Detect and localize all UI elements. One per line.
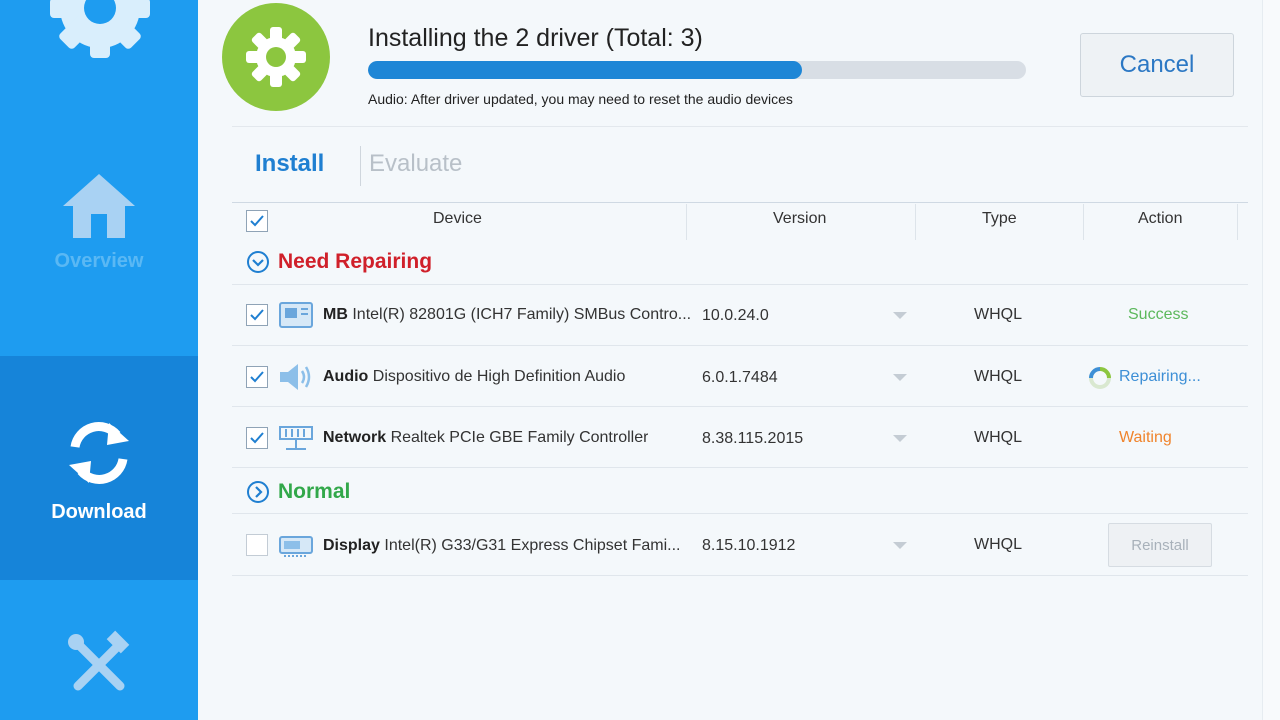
tab-evaluate[interactable]: Evaluate	[369, 150, 462, 178]
driver-version: 6.0.1.7484	[702, 369, 778, 386]
row-checkbox[interactable]	[246, 427, 268, 449]
driver-type: WHQL	[974, 429, 1022, 446]
chevron-down-icon[interactable]	[892, 310, 908, 320]
app-logo	[222, 3, 330, 111]
chevron-down-icon[interactable]	[892, 372, 908, 382]
device-model: Dispositivo de High Definition Audio	[372, 368, 626, 385]
sidebar-item-label: Download	[51, 500, 147, 523]
action-status-success: Success	[1128, 306, 1189, 323]
device-category: MB	[323, 306, 348, 323]
speaker-icon	[280, 364, 311, 390]
checkmark-icon	[250, 309, 264, 321]
device-name: Network Realtek PCIe GBE Family Controll…	[323, 429, 648, 447]
divider	[232, 513, 1248, 514]
sidebar-item-label: Overview	[54, 250, 144, 272]
divider	[360, 146, 361, 186]
sidebar: Overview Download	[0, 0, 198, 720]
divider	[232, 467, 1248, 468]
tools-icon	[68, 630, 130, 691]
column-separator	[1083, 204, 1084, 240]
chevron-down-icon[interactable]	[892, 433, 908, 443]
checkmark-icon	[250, 432, 264, 444]
driver-version: 10.0.24.0	[702, 307, 769, 324]
tab-install[interactable]: Install	[255, 150, 324, 178]
install-progress-bar	[368, 61, 1026, 79]
action-status-waiting: Waiting	[1119, 429, 1172, 446]
column-header-type[interactable]: Type	[982, 210, 1017, 228]
device-model: Intel(R) 82801G (ICH7 Family) SMBus Cont…	[352, 306, 692, 323]
gear-icon	[50, 0, 150, 58]
install-note: Audio: After driver updated, you may nee…	[368, 91, 793, 107]
group-header-need-repairing[interactable]: Need Repairing	[246, 247, 432, 277]
divider	[232, 284, 1248, 285]
column-header-version[interactable]: Version	[773, 210, 826, 228]
chevron-down-icon	[247, 251, 269, 273]
progress-fill	[368, 61, 803, 79]
checkmark-icon	[250, 371, 264, 383]
sidebar-item-tools[interactable]	[0, 630, 198, 720]
row-checkbox[interactable]	[246, 366, 268, 388]
driver-type: WHQL	[974, 536, 1022, 553]
action-status-repairing: Repairing...	[1119, 368, 1201, 385]
column-header-device[interactable]: Device	[433, 210, 482, 228]
chevron-down-icon[interactable]	[892, 540, 908, 550]
column-separator	[1237, 204, 1238, 240]
driver-type: WHQL	[974, 306, 1022, 323]
driver-version: 8.15.10.1912	[702, 537, 796, 554]
group-header-normal[interactable]: Normal	[246, 477, 350, 507]
network-icon	[279, 426, 313, 450]
select-all-checkbox[interactable]	[246, 210, 268, 232]
device-model: Intel(R) G33/G31 Express Chipset Fami...	[384, 537, 681, 554]
spinner-icon	[1089, 367, 1111, 389]
row-checkbox[interactable]	[246, 534, 268, 556]
gear-icon	[246, 27, 306, 87]
home-icon	[63, 174, 135, 238]
device-category: Audio	[323, 368, 369, 385]
divider	[232, 202, 1248, 203]
column-separator	[686, 204, 687, 240]
device-name: Audio Dispositivo de High Definition Aud…	[323, 368, 625, 386]
divider	[232, 345, 1248, 346]
device-category: Display	[323, 537, 380, 554]
device-name: Display Intel(R) G33/G31 Express Chipset…	[323, 537, 680, 555]
motherboard-icon	[279, 302, 313, 328]
driver-version: 8.38.115.2015	[702, 430, 804, 447]
group-label: Normal	[278, 480, 351, 503]
checkmark-icon	[250, 215, 264, 227]
refresh-icon	[69, 421, 129, 484]
sidebar-item-overview[interactable]: Overview	[0, 170, 198, 330]
column-separator	[915, 204, 916, 240]
column-header-action[interactable]: Action	[1138, 210, 1182, 228]
reinstall-button[interactable]: Reinstall	[1108, 523, 1212, 567]
chevron-right-icon	[247, 481, 269, 503]
row-checkbox[interactable]	[246, 304, 268, 326]
scrollbar-area	[1262, 0, 1280, 720]
group-label: Need Repairing	[278, 250, 433, 273]
device-category: Network	[323, 429, 387, 446]
driver-type: WHQL	[974, 368, 1022, 385]
device-name: MB Intel(R) 82801G (ICH7 Family) SMBus C…	[323, 306, 691, 324]
install-status-title: Installing the 2 driver (Total: 3)	[368, 24, 703, 52]
display-card-icon	[279, 536, 313, 557]
divider	[232, 575, 1248, 576]
sidebar-item-download[interactable]: Download	[0, 356, 198, 580]
device-model: Realtek PCIe GBE Family Controller	[390, 429, 649, 446]
cancel-button[interactable]: Cancel	[1080, 33, 1234, 97]
divider	[232, 126, 1248, 127]
divider	[232, 406, 1248, 407]
